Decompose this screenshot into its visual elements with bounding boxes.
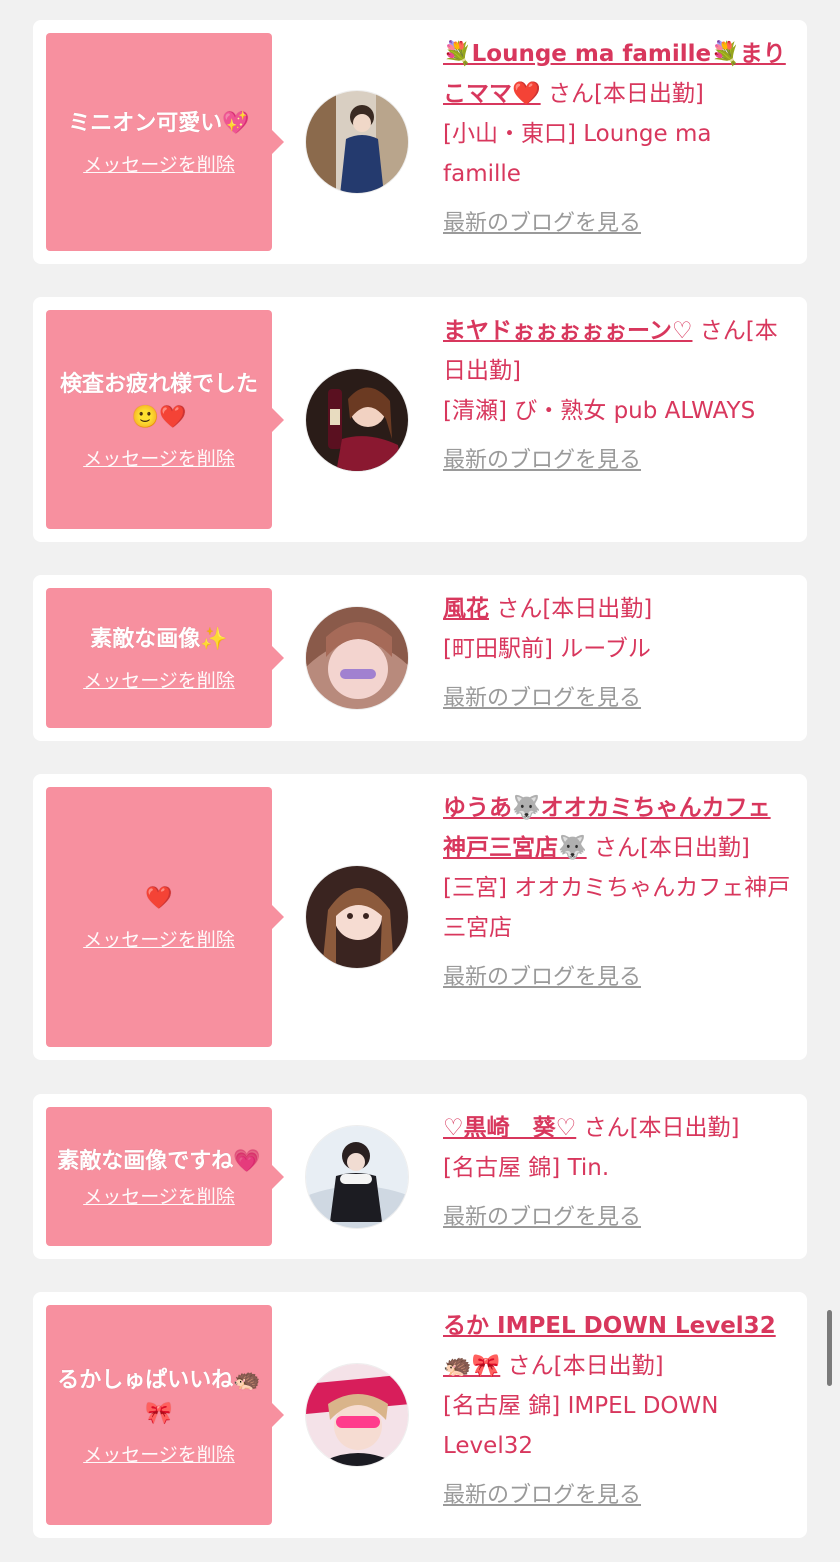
message-bubble: 素敵な画像✨ メッセージを削除 bbox=[46, 588, 284, 728]
shop-name: [名古屋 錦] Tin. bbox=[443, 1155, 610, 1181]
shop-name: [清瀬] び・熟女 pub ALWAYS bbox=[443, 398, 756, 424]
message-card: るかしゅぱいいね🦔🎀 メッセージを削除 るか IMPEL DOWN Level3… bbox=[33, 1292, 807, 1538]
message-card: 検査お疲れ様でした🙂❤️ メッセージを削除 まヤドぉぉぉぉぉーン♡ さん[本日出… bbox=[33, 297, 807, 542]
delete-message-link[interactable]: メッセージを削除 bbox=[83, 666, 235, 693]
avatar[interactable] bbox=[305, 368, 409, 472]
latest-blog-link[interactable]: 最新のブログを見る bbox=[443, 441, 641, 481]
message-text: ミニオン可愛い💖 bbox=[68, 111, 250, 136]
avatar[interactable] bbox=[305, 865, 409, 969]
avatar[interactable] bbox=[305, 606, 409, 710]
cast-status: さん[本日出勤] bbox=[507, 1353, 664, 1379]
cast-name-link[interactable]: ♡黒崎 葵♡ bbox=[443, 1115, 576, 1141]
cast-status: さん[本日出勤] bbox=[593, 835, 750, 861]
message-card: 素敵な画像✨ メッセージを削除 風花 さん[本日出勤] [町田駅前] ルーブル … bbox=[33, 575, 807, 741]
shop-name: [小山・東口] Lounge ma famille bbox=[443, 121, 712, 187]
message-bubble: ミニオン可愛い💖 メッセージを削除 bbox=[46, 33, 284, 251]
cast-info: るか IMPEL DOWN Level32🦔🎀 さん[本日出勤] [名古屋 錦]… bbox=[443, 1306, 793, 1516]
scrollbar[interactable] bbox=[827, 1310, 832, 1386]
message-card: 素敵な画像ですね💗 メッセージを削除 ♡黒崎 葵♡ さん[本日出勤] [名古屋 … bbox=[33, 1094, 807, 1259]
delete-message-link[interactable]: メッセージを削除 bbox=[83, 444, 235, 471]
cast-status: さん[本日出勤] bbox=[583, 1115, 740, 1141]
delete-message-link[interactable]: メッセージを削除 bbox=[83, 925, 235, 952]
message-list-page: ミニオン可愛い💖 メッセージを削除 💐Lounge ma famille💐まりこ… bbox=[0, 0, 840, 1562]
message-card: ミニオン可愛い💖 メッセージを削除 💐Lounge ma famille💐まりこ… bbox=[33, 20, 807, 264]
cast-info: 風花 さん[本日出勤] [町田駅前] ルーブル 最新のブログを見る bbox=[443, 589, 793, 719]
message-text: 素敵な画像ですね💗 bbox=[57, 1148, 261, 1174]
latest-blog-link[interactable]: 最新のブログを見る bbox=[443, 1198, 641, 1238]
latest-blog-link[interactable]: 最新のブログを見る bbox=[443, 679, 641, 719]
message-text: るかしゅぱいいね🦔🎀 bbox=[57, 1367, 261, 1426]
avatar[interactable] bbox=[305, 90, 409, 194]
cast-info: ゆうあ🐺オオカミちゃんカフェ神戸三宮店🐺 さん[本日出勤] [三宮] オオカミち… bbox=[443, 788, 793, 998]
latest-blog-link[interactable]: 最新のブログを見る bbox=[443, 958, 641, 998]
delete-message-link[interactable]: メッセージを削除 bbox=[83, 150, 235, 177]
shop-name: [町田駅前] ルーブル bbox=[443, 636, 651, 662]
cast-status: さん[本日出勤] bbox=[547, 81, 704, 107]
avatar[interactable] bbox=[305, 1125, 409, 1229]
message-bubble: ❤️ メッセージを削除 bbox=[46, 787, 284, 1047]
message-text: 素敵な画像✨ bbox=[90, 627, 228, 652]
delete-message-link[interactable]: メッセージを削除 bbox=[83, 1440, 235, 1467]
cast-info: まヤドぉぉぉぉぉーン♡ さん[本日出勤] [清瀬] び・熟女 pub ALWAY… bbox=[443, 311, 793, 481]
message-bubble: 素敵な画像ですね💗 メッセージを削除 bbox=[46, 1107, 284, 1246]
cast-name-link[interactable]: 風花 bbox=[443, 596, 489, 622]
cast-info: 💐Lounge ma famille💐まりこママ❤️ さん[本日出勤] [小山・… bbox=[443, 34, 793, 244]
cast-info: ♡黒崎 葵♡ さん[本日出勤] [名古屋 錦] Tin. 最新のブログを見る bbox=[443, 1108, 793, 1238]
latest-blog-link[interactable]: 最新のブログを見る bbox=[443, 1476, 641, 1516]
cast-status: さん[本日出勤] bbox=[496, 596, 653, 622]
delete-message-link[interactable]: メッセージを削除 bbox=[83, 1182, 235, 1209]
message-bubble: 検査お疲れ様でした🙂❤️ メッセージを削除 bbox=[46, 310, 284, 529]
message-text: ❤️ bbox=[145, 886, 173, 911]
shop-name: [名古屋 錦] IMPEL DOWN Level32 bbox=[443, 1393, 719, 1459]
message-card: ❤️ メッセージを削除 ゆうあ🐺オオカミちゃんカフェ神戸三宮店🐺 さん[本日出勤… bbox=[33, 774, 807, 1060]
avatar[interactable] bbox=[305, 1363, 409, 1467]
latest-blog-link[interactable]: 最新のブログを見る bbox=[443, 204, 641, 244]
cast-name-link[interactable]: まヤドぉぉぉぉぉーン♡ bbox=[443, 318, 692, 344]
message-bubble: るかしゅぱいいね🦔🎀 メッセージを削除 bbox=[46, 1305, 284, 1525]
message-text: 検査お疲れ様でした🙂❤️ bbox=[59, 372, 258, 430]
shop-name: [三宮] オオカミちゃんカフェ神戸三宮店 bbox=[443, 875, 791, 941]
